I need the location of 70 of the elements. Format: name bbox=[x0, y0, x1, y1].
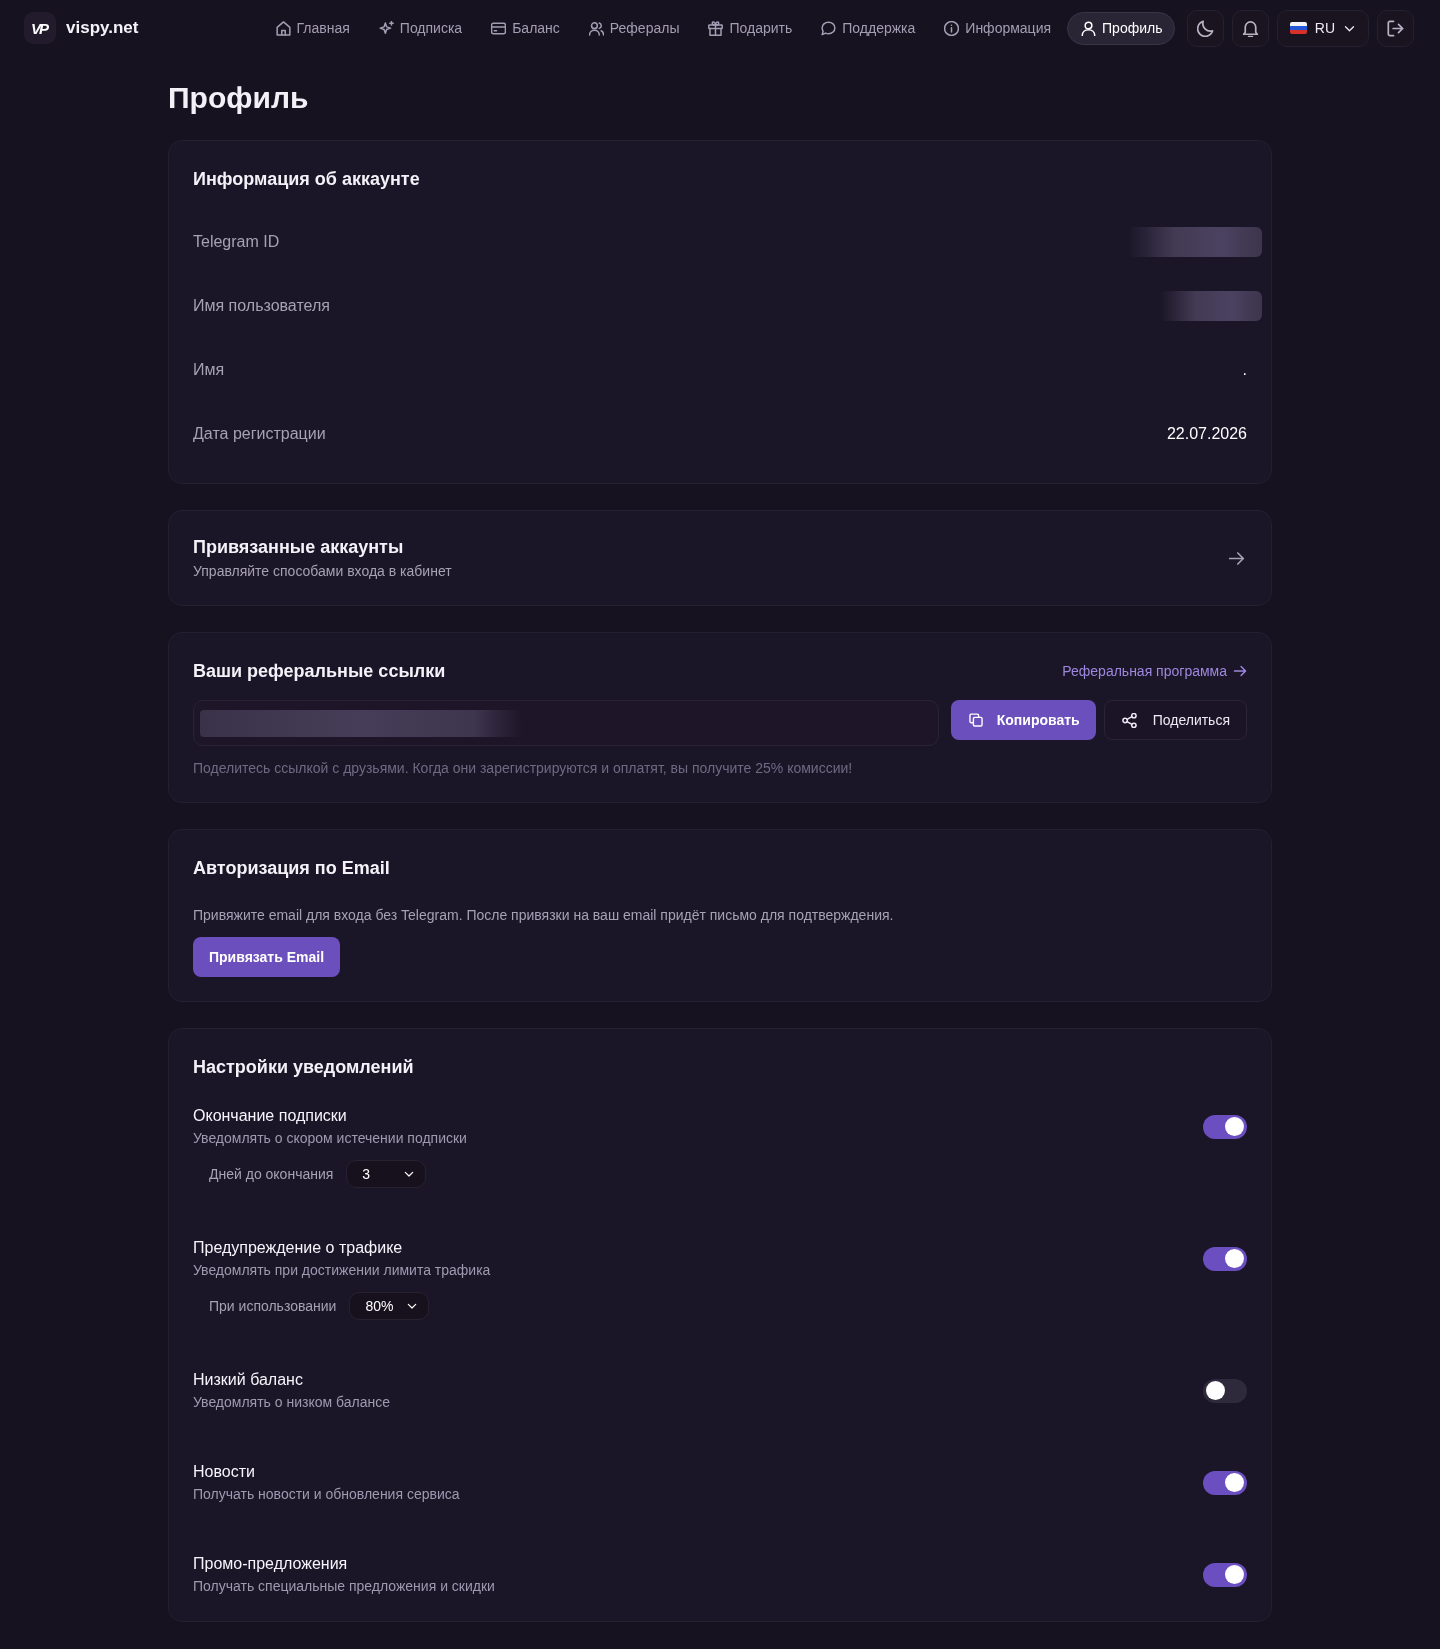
card-subtitle: Управляйте способами входа в кабинет bbox=[193, 562, 452, 581]
referral-program-link[interactable]: Реферальная программа bbox=[1062, 663, 1247, 679]
arrow-right-icon bbox=[1233, 664, 1247, 678]
nav-link[interactable]: Подарить bbox=[695, 11, 806, 45]
arrow-right-icon bbox=[1228, 549, 1245, 567]
card-title: Информация об аккаунте bbox=[193, 168, 421, 191]
link-email-button[interactable]: Привязать Email bbox=[193, 937, 341, 977]
toggle-switch[interactable] bbox=[1203, 1470, 1247, 1495]
info-label: Имя bbox=[193, 361, 225, 379]
info-label: Имя пользователя bbox=[193, 297, 330, 315]
card-title: Настройки уведомлений bbox=[193, 1056, 415, 1079]
card-title: Привязанные аккаунты bbox=[193, 536, 405, 559]
card-title: Ваши реферальные ссылки bbox=[193, 660, 446, 683]
share-button[interactable]: Поделиться bbox=[1103, 700, 1247, 740]
setting-description: Получать специальные предложения и скидки bbox=[193, 1577, 495, 1596]
nav-link[interactable]: Рефералы bbox=[575, 11, 693, 45]
notifications-button[interactable] bbox=[1231, 9, 1269, 47]
option-label: Дней до окончания bbox=[209, 1166, 334, 1182]
logo-mark[interactable]: VP bbox=[24, 12, 56, 44]
language-selector[interactable]: RU bbox=[1276, 9, 1369, 47]
user-icon bbox=[1081, 20, 1097, 36]
card-icon bbox=[491, 20, 507, 36]
site-name[interactable]: vispy.net bbox=[66, 18, 139, 38]
toggle-switch[interactable] bbox=[1203, 1378, 1247, 1403]
toggle-switch[interactable] bbox=[1203, 1114, 1247, 1139]
nav-link[interactable]: Информация bbox=[931, 11, 1065, 45]
select-field[interactable]: 80% bbox=[349, 1292, 430, 1320]
setting-title: Предупреждение о трафике bbox=[193, 1238, 404, 1258]
setting-title: Окончание подписки bbox=[193, 1106, 348, 1126]
chat-bubble-icon bbox=[821, 20, 837, 36]
setting-description: Уведомлять о скором истечении подписки bbox=[193, 1129, 467, 1148]
info-value: . bbox=[1242, 361, 1247, 379]
card-title: Авторизация по Email bbox=[193, 857, 391, 880]
logout-button[interactable] bbox=[1377, 9, 1414, 47]
nav-link[interactable]: Профиль bbox=[1067, 11, 1176, 45]
setting-description: Получать новости и обновления сервиса bbox=[193, 1485, 460, 1504]
page-title: Профиль bbox=[168, 80, 310, 116]
moon-icon bbox=[1196, 19, 1214, 37]
nav-link[interactable]: Баланс bbox=[478, 11, 573, 45]
setting-title: Промо-предложения bbox=[193, 1554, 349, 1574]
sparkle-icon bbox=[378, 20, 394, 36]
setting-title: Новости bbox=[193, 1462, 256, 1482]
gift-icon bbox=[708, 20, 724, 36]
info-label: Telegram ID bbox=[193, 233, 280, 251]
flag-icon bbox=[1289, 22, 1307, 34]
copy-button[interactable]: Копировать bbox=[950, 700, 1096, 740]
setting-description: Уведомлять при достижении лимита трафика bbox=[193, 1261, 491, 1280]
theme-toggle-button[interactable] bbox=[1186, 9, 1224, 47]
users-icon bbox=[588, 20, 604, 36]
info-icon bbox=[944, 20, 960, 36]
info-value: 22.07.2026 bbox=[1166, 425, 1247, 443]
nav-link[interactable]: Подписка bbox=[365, 11, 476, 45]
referral-link-field[interactable] bbox=[193, 700, 939, 746]
toggle-switch[interactable] bbox=[1203, 1246, 1247, 1271]
bell-icon bbox=[1241, 19, 1259, 37]
toggle-switch[interactable] bbox=[1203, 1562, 1247, 1587]
logout-icon bbox=[1387, 19, 1404, 37]
nav-link[interactable]: Поддержка bbox=[808, 11, 929, 45]
nav-link[interactable]: Главная bbox=[262, 11, 363, 45]
option-label: При использовании bbox=[209, 1298, 337, 1314]
copy-icon bbox=[968, 713, 983, 727]
share-icon bbox=[1121, 712, 1137, 728]
card-description: Привяжите email для входа без Telegram. После привязки на ваш email придёт письмо для подтверждения. bbox=[193, 906, 895, 925]
linked-accounts-card[interactable]: Привязанные аккаунты Управляйте способами входа в кабинет bbox=[168, 510, 1272, 606]
referral-hint: Поделитесь ссылкой с друзьями. Когда они зарегистрируются и оплатят, вы получите 25% комиссии! bbox=[193, 759, 854, 778]
setting-title: Низкий баланс bbox=[193, 1370, 304, 1390]
select-field[interactable]: 3 bbox=[346, 1160, 427, 1188]
info-label: Дата регистрации bbox=[193, 425, 326, 443]
setting-description: Уведомлять о низком балансе bbox=[193, 1393, 390, 1412]
home-icon bbox=[275, 20, 291, 36]
